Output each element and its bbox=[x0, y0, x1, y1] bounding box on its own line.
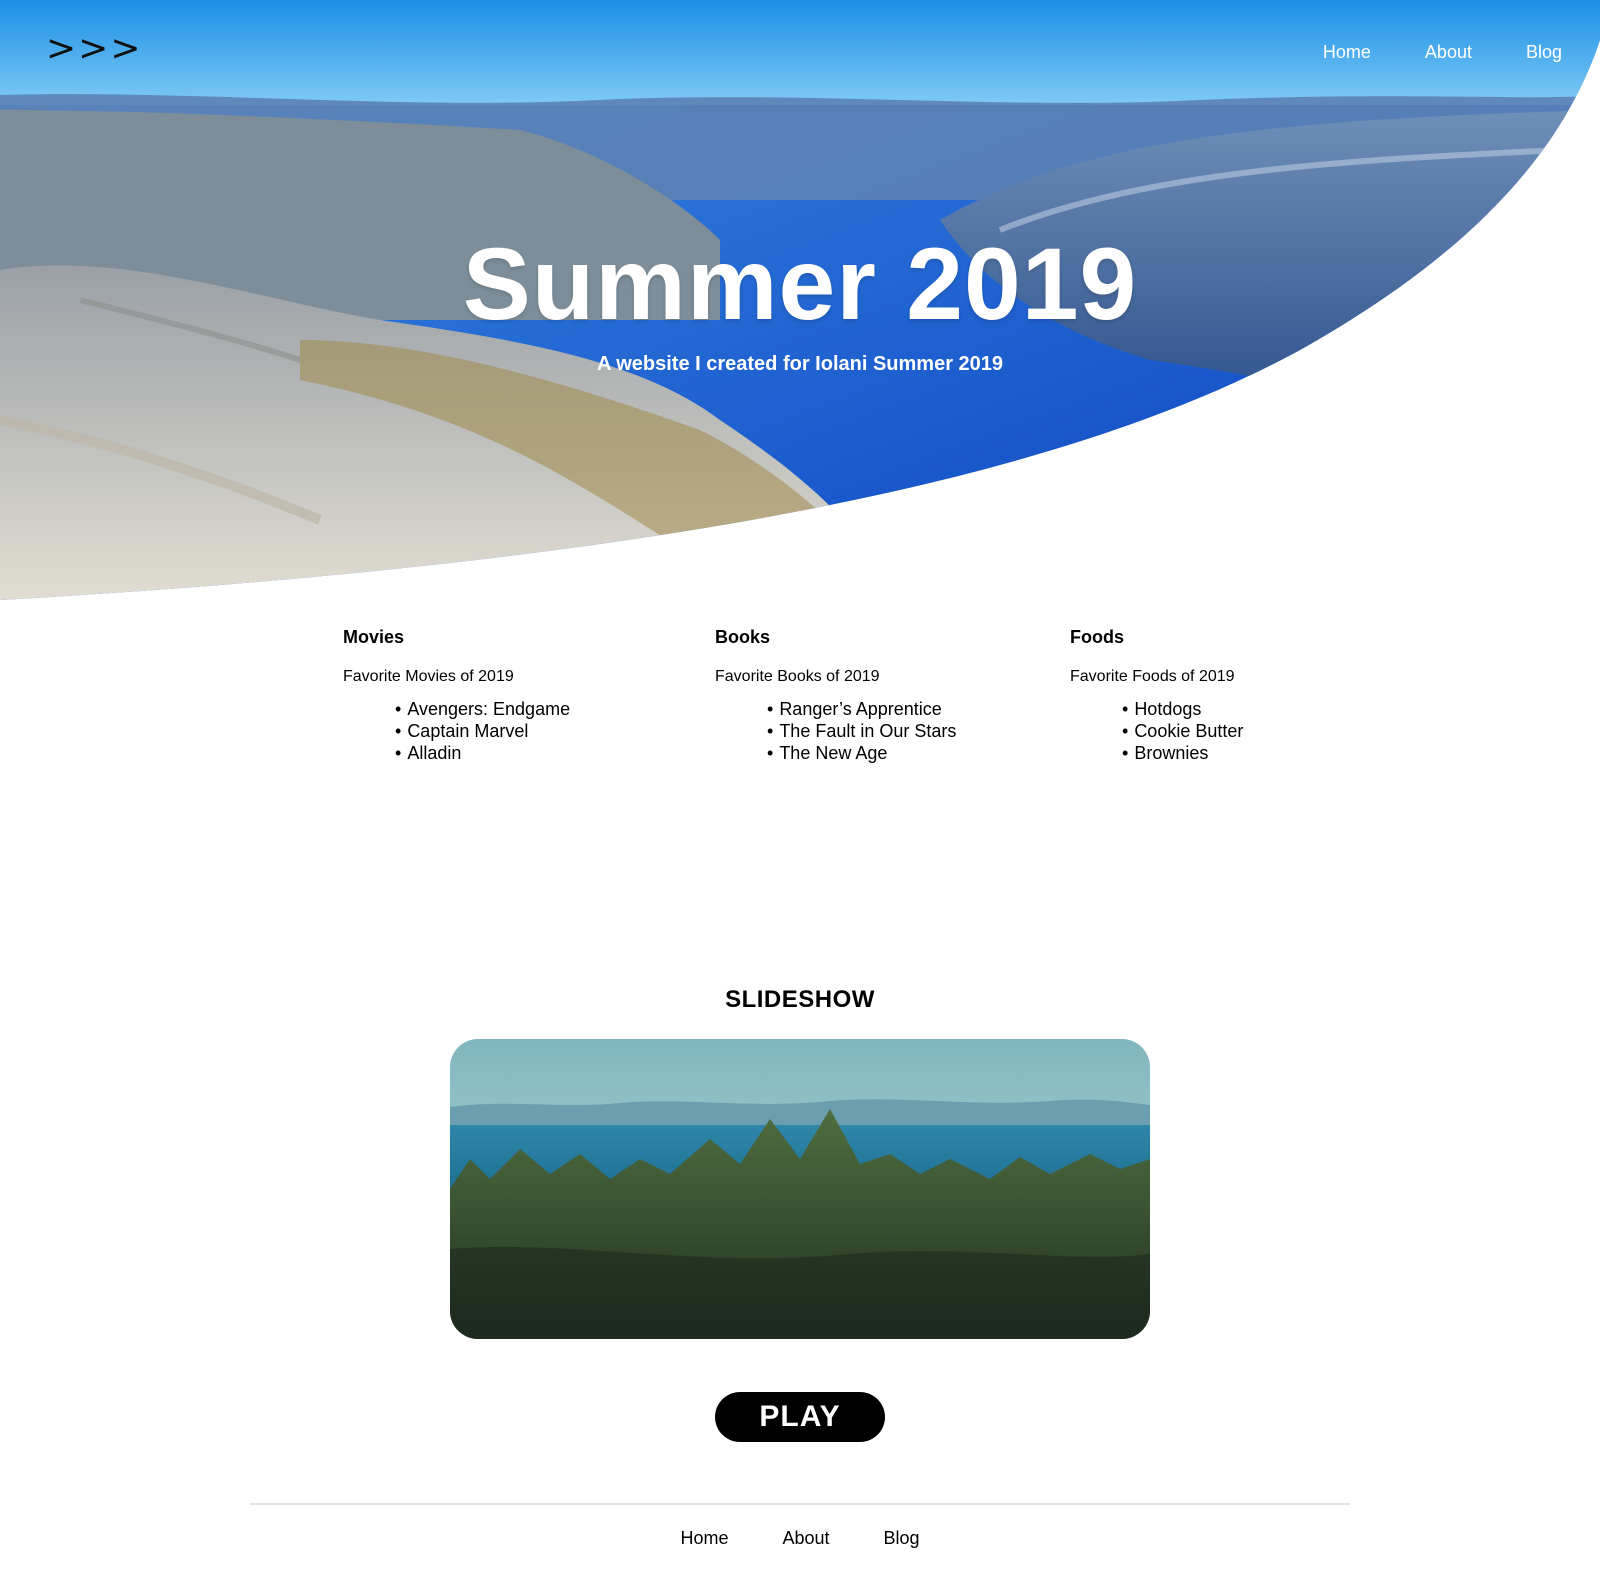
slideshow-title: SLIDESHOW bbox=[725, 986, 875, 1013]
top-nav: Home About Blog bbox=[1323, 42, 1562, 63]
footer-link-about[interactable]: About bbox=[782, 1528, 829, 1549]
movies-subheading: Favorite Movies of 2019 bbox=[343, 668, 514, 685]
books-subheading: Favorite Books of 2019 bbox=[715, 668, 880, 685]
list-item: Hotdogs bbox=[1122, 698, 1243, 720]
books-column: Books Favorite Books of 2019 Ranger’s Ap… bbox=[715, 627, 956, 764]
footer-link-home[interactable]: Home bbox=[680, 1528, 728, 1549]
forest-lake-photo bbox=[450, 1039, 1150, 1339]
hero-banner: >>> Home About Blog Summer 2019 A websit… bbox=[0, 0, 1600, 600]
nav-link-about[interactable]: About bbox=[1425, 42, 1472, 63]
list-item: The New Age bbox=[767, 742, 956, 764]
footer-divider bbox=[250, 1503, 1350, 1505]
movies-list: Avengers: Endgame Captain Marvel Alladin bbox=[343, 698, 570, 764]
hero-title: Summer 2019 bbox=[462, 227, 1138, 341]
list-item: Cookie Butter bbox=[1122, 720, 1243, 742]
list-item: Brownies bbox=[1122, 742, 1243, 764]
page: >>> Home About Blog Summer 2019 A websit… bbox=[0, 0, 1600, 1569]
hero-subtitle: A website I created for Iolani Summer 20… bbox=[596, 353, 1004, 375]
books-list: Ranger’s Apprentice The Fault in Our Sta… bbox=[715, 698, 956, 764]
logo[interactable]: >>> bbox=[46, 28, 143, 69]
nav-link-home[interactable]: Home bbox=[1323, 42, 1371, 63]
foods-subheading: Favorite Foods of 2019 bbox=[1070, 668, 1235, 685]
list-item: Ranger’s Apprentice bbox=[767, 698, 956, 720]
list-item: Avengers: Endgame bbox=[395, 698, 570, 720]
books-heading: Books bbox=[715, 627, 771, 647]
list-item: Alladin bbox=[395, 742, 570, 764]
nav-link-blog[interactable]: Blog bbox=[1526, 42, 1562, 63]
footer-nav: Home About Blog bbox=[0, 1528, 1600, 1549]
foods-column: Foods Favorite Foods of 2019 Hotdogs Coo… bbox=[1070, 627, 1243, 764]
foods-heading: Foods bbox=[1070, 627, 1124, 647]
movies-heading: Movies bbox=[343, 627, 405, 647]
foods-list: Hotdogs Cookie Butter Brownies bbox=[1070, 698, 1243, 764]
footer-link-blog[interactable]: Blog bbox=[884, 1528, 920, 1549]
slideshow-image bbox=[450, 1039, 1150, 1339]
play-button[interactable]: PLAY bbox=[715, 1392, 885, 1442]
movies-column: Movies Favorite Movies of 2019 Avengers:… bbox=[343, 627, 570, 764]
list-item: Captain Marvel bbox=[395, 720, 570, 742]
list-item: The Fault in Our Stars bbox=[767, 720, 956, 742]
